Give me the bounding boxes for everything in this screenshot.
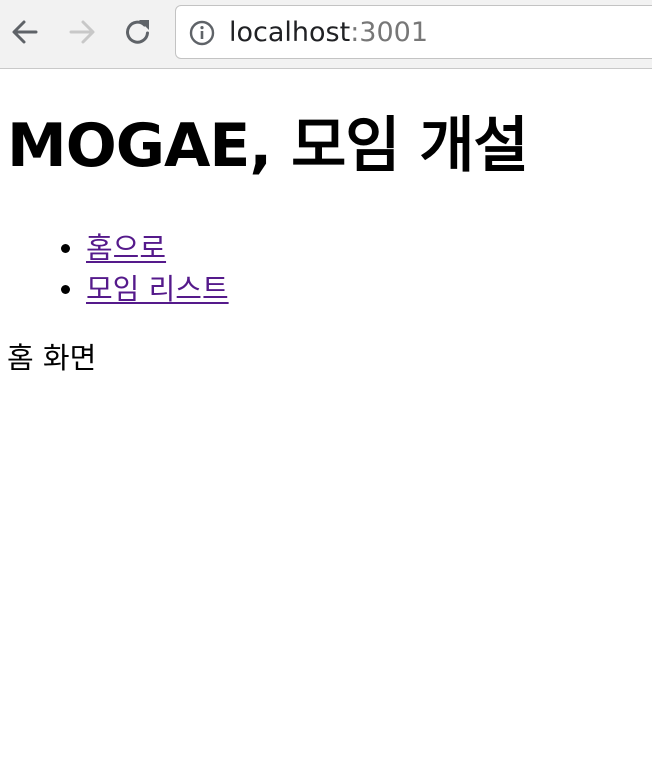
nav-list: 홈으로 모임 리스트 bbox=[0, 228, 229, 310]
home-screen-text: 홈 화면 bbox=[7, 341, 97, 375]
forward-arrow-icon bbox=[69, 20, 95, 44]
browser-toolbar: localhost:3001 bbox=[0, 0, 652, 69]
url-port: :3001 bbox=[350, 17, 429, 48]
address-bar[interactable]: localhost:3001 bbox=[175, 5, 652, 59]
url-text[interactable]: localhost:3001 bbox=[229, 16, 428, 50]
url-host: localhost bbox=[229, 17, 351, 48]
meeting-list-link[interactable]: 모임 리스트 bbox=[86, 272, 229, 306]
info-icon[interactable] bbox=[189, 20, 215, 46]
forward-button[interactable] bbox=[65, 14, 99, 50]
reload-button[interactable] bbox=[121, 14, 155, 50]
home-link[interactable]: 홈으로 bbox=[86, 231, 166, 265]
reload-icon bbox=[126, 20, 149, 44]
back-button[interactable] bbox=[8, 14, 42, 50]
back-arrow-icon bbox=[12, 20, 38, 44]
page-title: MOGAE, 모임 개설 bbox=[7, 111, 529, 181]
nav-list-item: 홈으로 bbox=[86, 228, 229, 269]
nav-list-item: 모임 리스트 bbox=[86, 269, 229, 310]
